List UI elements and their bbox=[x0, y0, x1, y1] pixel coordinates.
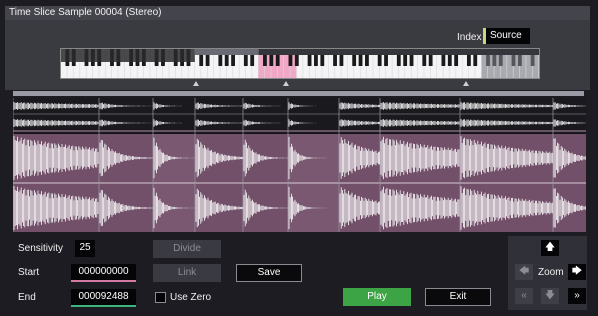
time-slice-window: Time Slice Sample 00004 (Stereo) Index S… bbox=[0, 0, 598, 316]
sensitivity-field[interactable]: 25 bbox=[75, 240, 95, 257]
use-zero-checkbox[interactable] bbox=[155, 292, 166, 303]
double-chevron-right-icon: » bbox=[574, 290, 580, 301]
start-label: Start bbox=[18, 267, 40, 278]
link-button[interactable]: Link bbox=[153, 264, 221, 282]
arrow-right-icon: 🡆 bbox=[571, 266, 583, 277]
end-label: End bbox=[18, 292, 36, 303]
zoom-first-button[interactable]: « bbox=[515, 288, 533, 304]
zoom-label: Zoom bbox=[538, 267, 564, 278]
save-button[interactable]: Save bbox=[236, 264, 302, 282]
arrow-down-icon: 🡇 bbox=[544, 290, 556, 301]
keyboard-markers bbox=[193, 81, 469, 86]
waveform-display[interactable] bbox=[12, 98, 586, 232]
use-zero-label: Use Zero bbox=[170, 292, 212, 303]
exit-button[interactable]: Exit bbox=[425, 288, 491, 306]
arrow-up-icon: 🡅 bbox=[544, 242, 556, 253]
zoom-down-button[interactable]: 🡇 bbox=[541, 288, 559, 304]
end-field[interactable]: 000092488 bbox=[71, 289, 136, 307]
start-field[interactable]: 000000000 bbox=[71, 264, 136, 282]
arrow-left-icon: 🡄 bbox=[518, 266, 530, 277]
zoom-right-button[interactable]: 🡆 bbox=[568, 264, 586, 280]
zoom-last-button[interactable]: » bbox=[568, 288, 586, 304]
double-chevron-left-icon: « bbox=[521, 290, 527, 301]
sensitivity-label: Sensitivity bbox=[18, 243, 64, 254]
window-title: Time Slice Sample 00004 (Stereo) bbox=[9, 7, 162, 18]
zoom-up-button[interactable]: 🡅 bbox=[541, 240, 559, 256]
zoom-left-button[interactable]: 🡄 bbox=[515, 264, 533, 280]
index-keyboard[interactable] bbox=[60, 48, 546, 79]
keyboard-keys bbox=[61, 49, 546, 78]
index-selector[interactable]: Source bbox=[483, 28, 530, 44]
title-bar: Time Slice Sample 00004 (Stereo) bbox=[5, 6, 590, 20]
waveform-graph bbox=[12, 98, 586, 232]
index-label: Index bbox=[457, 32, 482, 43]
divide-button[interactable]: Divide bbox=[153, 240, 221, 258]
play-button[interactable]: Play bbox=[343, 288, 411, 306]
scroll-bar[interactable] bbox=[13, 91, 584, 96]
